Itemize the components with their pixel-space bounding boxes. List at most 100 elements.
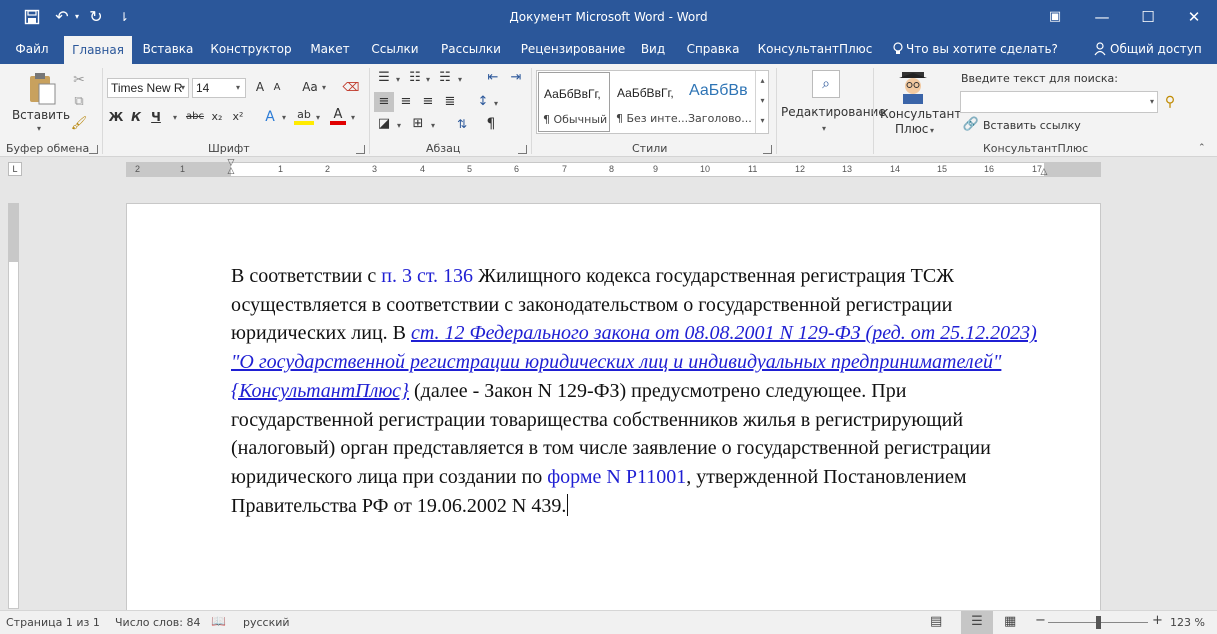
styles-launcher-icon[interactable] (763, 145, 772, 154)
ribbon-display-options-icon[interactable]: ▣ (1032, 0, 1078, 34)
change-case-dropdown-icon[interactable]: ▾ (322, 83, 326, 92)
editing-button[interactable]: Редактирование (781, 105, 886, 119)
insert-link-button[interactable]: Вставить ссылку (983, 119, 1081, 132)
close-button[interactable]: ✕ (1171, 0, 1217, 34)
consultant-search-dropdown-icon[interactable]: ▾ (1150, 97, 1154, 106)
tab-review[interactable]: Рецензирование (518, 34, 628, 64)
print-layout-icon[interactable]: ☰ (961, 611, 993, 634)
line-spacing-icon[interactable]: ↕ (474, 92, 492, 112)
consultant-search-input[interactable] (960, 91, 1158, 113)
align-left-button[interactable]: ≡ (374, 92, 394, 112)
shrink-font-icon[interactable]: A (270, 78, 284, 98)
horizontal-ruler[interactable]: 2 1 1 2 3 4 5 6 7 8 9 10 11 12 13 14 15 … (126, 159, 1101, 179)
tab-file[interactable]: Файл (6, 34, 58, 64)
superscript-button[interactable]: x² (230, 107, 246, 127)
align-right-button[interactable]: ≡ (418, 92, 438, 112)
undo-icon[interactable]: ↶ (52, 6, 72, 28)
increase-indent-icon[interactable]: ⇥ (507, 68, 525, 88)
shading-dropdown-icon[interactable]: ▾ (397, 121, 401, 130)
hyperlink-form[interactable]: форме N Р11001 (547, 466, 686, 488)
paragraph-launcher-icon[interactable] (518, 145, 527, 154)
tab-selector-icon[interactable]: L (8, 162, 22, 176)
gallery-scroll[interactable]: ▴ ▾ ▾ (755, 71, 769, 133)
clipboard-launcher-icon[interactable] (89, 145, 98, 154)
grow-font-icon[interactable]: A (253, 77, 267, 97)
tab-design[interactable]: Конструктор (208, 34, 294, 64)
multilevel-dropdown-icon[interactable]: ▾ (458, 75, 462, 84)
underline-button[interactable]: Ч (148, 107, 164, 127)
minimize-button[interactable]: — (1079, 0, 1125, 34)
redo-icon[interactable]: ↻ (86, 6, 106, 28)
page-count[interactable]: Страница 1 из 1 (6, 616, 100, 629)
zoom-in-button[interactable]: + (1152, 613, 1163, 628)
bold-button[interactable]: Ж (108, 107, 124, 127)
bullets-icon[interactable]: ☰ (375, 68, 393, 88)
tab-insert[interactable]: Вставка (138, 34, 198, 64)
format-painter-icon[interactable]: 🖌 (70, 114, 88, 134)
tab-mailings[interactable]: Рассылки (436, 34, 506, 64)
tab-consultantplus[interactable]: КонсультантПлюс (756, 34, 874, 64)
show-marks-button[interactable]: ¶ (483, 114, 499, 134)
change-case-icon[interactable]: Aa (300, 77, 320, 97)
hyperlink-article[interactable]: п. 3 ст. 136 (381, 265, 473, 287)
paste-icon[interactable] (22, 70, 62, 108)
indent-marker-icon[interactable]: ▽ △ (226, 159, 236, 179)
insert-link-icon[interactable]: 🔗 (962, 115, 980, 135)
numbering-dropdown-icon[interactable]: ▾ (426, 75, 430, 84)
language[interactable]: русский (243, 616, 290, 629)
highlight-icon[interactable]: ab (294, 105, 314, 125)
bullets-dropdown-icon[interactable]: ▾ (396, 75, 400, 84)
cut-icon[interactable]: ✂ (70, 70, 88, 90)
sort-icon[interactable]: ⇅ (453, 114, 471, 134)
tab-home[interactable]: Главная (64, 36, 132, 64)
shading-icon[interactable]: ◪ (374, 114, 394, 134)
font-size-dropdown-icon[interactable]: ▾ (236, 83, 240, 92)
find-icon[interactable]: ⌕ (812, 70, 840, 98)
copy-icon[interactable]: ⧉ (70, 92, 88, 112)
align-center-button[interactable]: ≡ (396, 92, 416, 112)
underline-dropdown-icon[interactable]: ▾ (173, 113, 177, 122)
collapse-ribbon-icon[interactable]: ⌃ (1198, 143, 1206, 153)
style-no-spacing[interactable]: АаБбВвГг, ¶ Без инте... (612, 72, 688, 132)
proofing-icon[interactable]: 📖 (211, 614, 226, 628)
font-color-dropdown-icon[interactable]: ▾ (351, 113, 355, 122)
font-name-dropdown-icon[interactable]: ▾ (181, 83, 185, 92)
save-icon[interactable] (22, 6, 42, 28)
decrease-indent-icon[interactable]: ⇤ (484, 68, 502, 88)
multilevel-list-icon[interactable]: ☵ (436, 68, 454, 88)
document-text[interactable]: В соответствии с п. 3 ст. 136 Жилищного … (231, 262, 1043, 520)
consultant-avatar-icon[interactable] (896, 70, 930, 104)
consultant-search-icon[interactable]: ⚲ (1161, 92, 1179, 112)
undo-dropdown-icon[interactable]: ▾ (72, 6, 82, 28)
text-effects-dropdown-icon[interactable]: ▾ (282, 113, 286, 122)
vertical-ruler[interactable] (8, 203, 19, 609)
strikethrough-button[interactable]: abc (184, 107, 206, 127)
tab-references[interactable]: Ссылки (366, 34, 424, 64)
borders-icon[interactable]: ⊞ (408, 114, 428, 134)
zoom-slider-thumb[interactable] (1096, 616, 1101, 629)
tab-view[interactable]: Вид (638, 34, 668, 64)
word-count[interactable]: Число слов: 84 (115, 616, 201, 629)
text-effects-icon[interactable]: A (262, 107, 278, 127)
tell-me-search[interactable]: Что вы хотите сделать? (906, 34, 1058, 64)
paste-dropdown-icon[interactable]: ▾ (37, 124, 41, 133)
numbering-icon[interactable]: ☷ (406, 68, 424, 88)
tab-layout[interactable]: Макет (306, 34, 354, 64)
read-mode-icon[interactable]: ▤ (930, 614, 942, 629)
share-button[interactable]: Общий доступ (1110, 34, 1202, 64)
customize-qat-icon[interactable]: ⇂ (116, 6, 132, 28)
font-name-input[interactable]: Times New R (107, 78, 189, 98)
consultant-dropdown-icon[interactable]: ▾ (930, 126, 934, 135)
clear-formatting-icon[interactable]: ⌫ (342, 77, 360, 97)
paste-button[interactable]: Вставить (10, 105, 72, 125)
consultant-label-line1[interactable]: Консультант (880, 107, 961, 121)
editing-dropdown-icon[interactable]: ▾ (822, 124, 826, 133)
zoom-out-button[interactable]: − (1035, 613, 1046, 628)
justify-button[interactable]: ≣ (440, 92, 460, 112)
web-layout-icon[interactable]: ▦ (1004, 614, 1016, 629)
borders-dropdown-icon[interactable]: ▾ (431, 121, 435, 130)
maximize-button[interactable]: ☐ (1125, 0, 1171, 34)
subscript-button[interactable]: x₂ (209, 107, 225, 127)
highlight-dropdown-icon[interactable]: ▾ (316, 113, 320, 122)
font-color-icon[interactable]: A (330, 105, 346, 125)
